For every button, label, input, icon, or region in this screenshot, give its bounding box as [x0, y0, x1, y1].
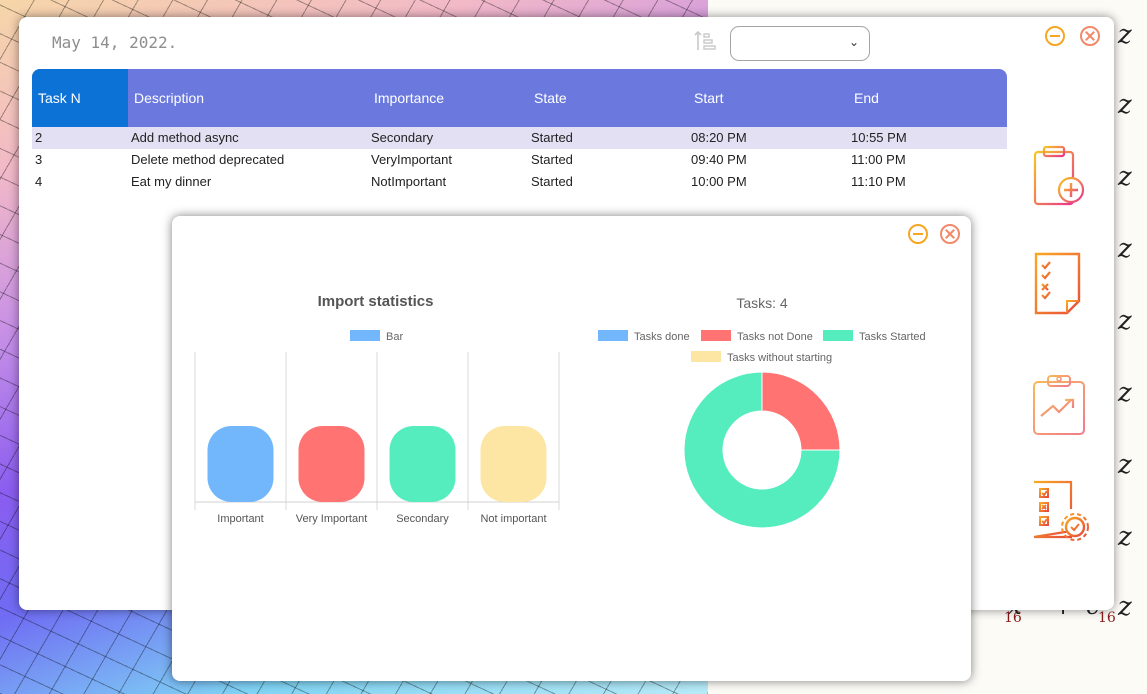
legend-label: Tasks Started: [859, 331, 926, 343]
math-symbol: z: [1118, 522, 1132, 552]
clipboard-chart-icon[interactable]: [1031, 372, 1089, 438]
table-row[interactable]: 2 Add method async Secondary Started 08:…: [32, 127, 1007, 149]
cell-description: Add method async: [131, 130, 239, 145]
minimize-button[interactable]: [908, 224, 928, 244]
task-settings-icon[interactable]: [1031, 479, 1091, 543]
donut-chart: [683, 371, 841, 529]
legend-label: Tasks not Done: [737, 331, 813, 343]
cell-end: 11:10 PM: [851, 174, 906, 189]
cell-state: Started: [531, 174, 573, 189]
sort-icon[interactable]: [693, 29, 717, 53]
bar-chart-legend: Bar: [350, 330, 403, 343]
cell-end: 10:55 PM: [851, 130, 907, 145]
cell-state: Started: [531, 130, 573, 145]
bar[interactable]: [389, 426, 456, 502]
math-subscript: 16: [1004, 610, 1022, 626]
cell-end: 11:00 PM: [851, 152, 906, 167]
math-symbol: z: [1118, 162, 1132, 192]
math-symbol: z: [1118, 378, 1132, 408]
bar[interactable]: [207, 426, 274, 502]
date-label: May 14, 2022.: [52, 33, 178, 52]
bar-tick-label: Secondary: [396, 513, 449, 525]
table-row[interactable]: 4 Eat my dinner NotImportant Started 10:…: [32, 171, 1007, 193]
filter-select[interactable]: ⌄: [730, 26, 870, 61]
close-button[interactable]: [1080, 26, 1100, 46]
cell-importance: NotImportant: [371, 174, 447, 189]
legend-swatch: [350, 330, 380, 341]
legend-label: Tasks done: [634, 331, 690, 343]
chevron-down-icon: ⌄: [848, 35, 859, 49]
donut-slice[interactable]: [761, 371, 841, 451]
legend-item: Tasks without starting: [691, 351, 832, 364]
math-subscript: 16: [1098, 610, 1116, 626]
cell-importance: Secondary: [371, 130, 434, 145]
table-header: Task N Description Importance State Star…: [32, 69, 1007, 127]
math-symbol: z: [1118, 450, 1132, 480]
cell-start: 08:20 PM: [691, 130, 747, 145]
math-symbol: z: [1118, 592, 1132, 622]
minimize-button[interactable]: [1045, 26, 1065, 46]
cell-task-n: 4: [35, 174, 43, 189]
column-header-task-n[interactable]: Task N: [38, 90, 81, 106]
column-header-importance[interactable]: Importance: [374, 90, 444, 106]
math-symbol: z: [1118, 20, 1132, 50]
column-header-description[interactable]: Description: [134, 90, 204, 106]
column-header-start[interactable]: Start: [694, 90, 724, 106]
bar-tick-label: Not important: [480, 513, 546, 525]
bar[interactable]: [480, 426, 547, 502]
legend-label: Bar: [386, 331, 404, 343]
legend-label: Tasks without starting: [727, 352, 833, 364]
table-row[interactable]: 3 Delete method deprecated VeryImportant…: [32, 149, 1007, 171]
bar-chart-title: Import statistics: [317, 293, 434, 310]
donut-chart-title: Tasks: 4: [736, 295, 788, 311]
bar-tick-label: Very Important: [296, 513, 368, 525]
math-symbol: z: [1118, 306, 1132, 336]
legend-item: Tasks not Done: [701, 330, 813, 343]
cell-state: Started: [531, 152, 573, 167]
math-symbol: z: [1118, 90, 1132, 120]
task-table: Task N Description Importance State Star…: [32, 69, 1007, 193]
close-button[interactable]: [940, 224, 960, 244]
column-header-end[interactable]: End: [854, 90, 879, 106]
cell-task-n: 3: [35, 152, 43, 167]
statistics-window: Import statistics Bar Important Very Impo…: [172, 216, 971, 681]
math-symbol: z: [1118, 234, 1132, 264]
cell-start: 10:00 PM: [691, 174, 747, 189]
bar[interactable]: [298, 426, 365, 502]
column-header-state[interactable]: State: [534, 90, 567, 106]
cell-start: 09:40 PM: [691, 152, 747, 167]
clipboard-add-icon[interactable]: [1031, 144, 1089, 212]
legend-item: Tasks Started: [823, 330, 926, 343]
bar-chart: Important Very Important Secondary Not impo…: [194, 352, 560, 525]
checklist-icon[interactable]: [1033, 251, 1085, 317]
cell-importance: VeryImportant: [371, 152, 452, 167]
legend-item: Tasks done: [598, 330, 690, 343]
cell-task-n: 2: [35, 130, 43, 145]
bar-tick-label: Important: [217, 513, 263, 525]
cell-description: Eat my dinner: [131, 174, 212, 189]
cell-description: Delete method deprecated: [131, 152, 285, 167]
